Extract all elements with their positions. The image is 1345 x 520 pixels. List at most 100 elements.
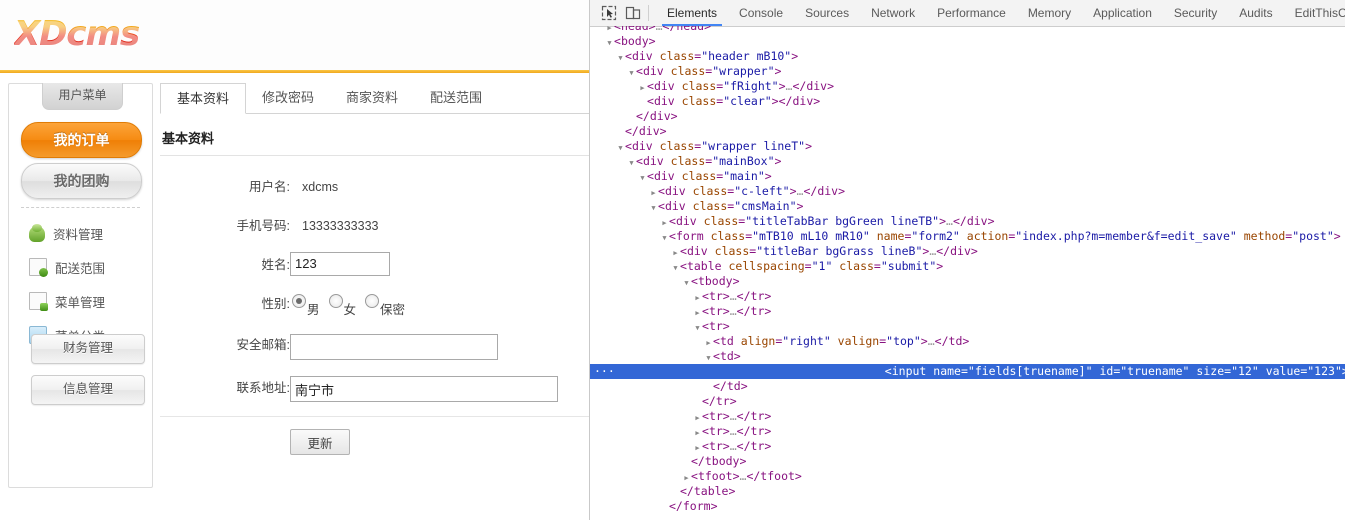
devtools-tabs: Elements Console Sources Network Performance…	[656, 0, 1345, 26]
dom-node[interactable]: <div class="clear"></div>	[590, 94, 1345, 109]
dom-node[interactable]: <div class="header mB10">	[590, 49, 1345, 64]
devtools-tab-memory[interactable]: Memory	[1017, 0, 1082, 26]
dom-node[interactable]: </tbody>	[590, 454, 1345, 469]
gender-label-male: 男	[307, 303, 320, 317]
menu-doc-icon	[29, 292, 48, 311]
form-row-gender: 性别: 男 女 保密	[160, 291, 589, 330]
dom-node[interactable]: </div>	[590, 124, 1345, 139]
devtools-tab-network[interactable]: Network	[860, 0, 926, 26]
sidebar-item-menu-mgmt[interactable]: 菜单管理	[9, 286, 152, 320]
sidebar-item-label: 配送范围	[55, 262, 106, 276]
dom-node[interactable]: <div class="fRight">…</div>	[590, 79, 1345, 94]
dom-node[interactable]: </tr>	[590, 394, 1345, 409]
gender-radio-group: 男 女 保密	[292, 294, 414, 317]
devtools-tab-performance[interactable]: Performance	[926, 0, 1017, 26]
dom-node[interactable]: </div>	[590, 109, 1345, 124]
address-input[interactable]	[290, 376, 558, 402]
device-toolbar-icon[interactable]	[624, 4, 642, 22]
my-group-buy-button[interactable]: 我的团购	[21, 163, 142, 199]
screen: XDcms 用户菜单 我的订单 我的团购 资料管理 配送范围 菜单管理 财务管理…	[0, 0, 1345, 520]
dom-node[interactable]: <div class="c-left">…</div>	[590, 184, 1345, 199]
tab-merchant-info[interactable]: 商家资料	[330, 83, 414, 112]
dom-node[interactable]: <tr>…</tr>	[590, 409, 1345, 424]
phone-label: 手机号码:	[236, 219, 290, 233]
form-row-address: 联系地址:	[160, 374, 589, 412]
phone-value: 13333333333	[302, 219, 379, 233]
dom-node[interactable]: <div class="cmsMain">	[590, 199, 1345, 214]
my-orders-button[interactable]: 我的订单	[21, 122, 142, 158]
dom-node[interactable]: <div class="titleTabBar bgGreen lineTB">…	[590, 214, 1345, 229]
dom-node[interactable]: <head>…</head>	[590, 26, 1345, 34]
content-tabbar: 基本资料 修改密码 商家资料 配送范围	[160, 83, 589, 114]
form-row-username: 用户名: xdcms	[160, 174, 589, 213]
dom-node[interactable]: <tr>	[590, 319, 1345, 334]
devtools-tab-application[interactable]: Application	[1082, 0, 1163, 26]
info-mgmt-button[interactable]: 信息管理	[31, 375, 145, 405]
dom-node[interactable]: <div class="main">	[590, 169, 1345, 184]
tab-change-password[interactable]: 修改密码	[246, 83, 330, 112]
truename-input[interactable]	[290, 252, 390, 276]
devtools-tab-editthiscookie[interactable]: EditThisCookie	[1284, 0, 1345, 26]
username-label: 用户名:	[249, 180, 290, 194]
user-menu-tab[interactable]: 用户菜单	[42, 83, 123, 110]
address-label: 联系地址:	[236, 381, 290, 395]
email-input[interactable]	[290, 334, 498, 360]
inspect-element-icon[interactable]	[600, 4, 618, 22]
finance-mgmt-button[interactable]: 财务管理	[31, 334, 145, 364]
dom-node[interactable]: <tr>…</tr>	[590, 304, 1345, 319]
dom-node[interactable]: <tfoot>…</tfoot>	[590, 469, 1345, 484]
update-button[interactable]: 更新	[290, 429, 350, 455]
user-icon	[29, 224, 45, 242]
dom-node[interactable]: <tr>…</tr>	[590, 439, 1345, 454]
devtools-tab-security[interactable]: Security	[1163, 0, 1228, 26]
dom-node[interactable]: <tbody>	[590, 274, 1345, 289]
site-header: XDcms	[0, 0, 589, 73]
dom-node[interactable]: <table cellspacing="1" class="submit">	[590, 259, 1345, 274]
web-page-pane: XDcms 用户菜单 我的订单 我的团购 资料管理 配送范围 菜单管理 财务管理…	[0, 0, 590, 520]
profile-form: 用户名: xdcms 手机号码: 13333333333 姓名: 性别:	[160, 174, 589, 455]
devtools-pane: Elements Console Sources Network Performance…	[590, 0, 1345, 520]
site-logo: XDcms	[14, 14, 140, 54]
devtools-tab-elements[interactable]: Elements	[656, 0, 728, 26]
devtools-tab-console[interactable]: Console	[728, 0, 794, 26]
dom-node[interactable]: <div class="mainBox">	[590, 154, 1345, 169]
content-panel: 基本资料 修改密码 商家资料 配送范围 基本资料 用户名: xdcms 手机号码…	[160, 83, 589, 520]
gender-radio-male[interactable]	[292, 294, 306, 308]
sidebar-item-delivery-range[interactable]: 配送范围	[9, 252, 152, 286]
dom-node[interactable]: <div class="wrapper lineT">	[590, 139, 1345, 154]
dom-node[interactable]: <div class="titleBar bgGrass lineB">…</d…	[590, 244, 1345, 259]
form-row-phone: 手机号码: 13333333333	[160, 213, 589, 252]
dom-node-selected[interactable]: ··· <input name="fields[truename]" id="tr…	[590, 364, 1345, 379]
sidebar-item-profile-mgmt[interactable]: 资料管理	[9, 218, 152, 252]
devtools-tab-audits[interactable]: Audits	[1228, 0, 1283, 26]
dom-node[interactable]: <tr>…</tr>	[590, 424, 1345, 439]
tab-basic-info[interactable]: 基本资料	[160, 83, 247, 114]
delivery-icon	[29, 258, 48, 277]
dom-node[interactable]: <form class="mTB10 mL10 mR10" name="form…	[590, 229, 1345, 244]
tab-delivery-range[interactable]: 配送范围	[414, 83, 498, 112]
gender-radio-female[interactable]	[328, 294, 343, 308]
gender-label-secret: 保密	[380, 303, 406, 317]
dom-tree[interactable]: <head>…</head><body><div class="header m…	[590, 26, 1345, 520]
dom-node[interactable]: </td>	[590, 379, 1345, 394]
devtools-toolbar: Elements Console Sources Network Performance…	[590, 0, 1345, 27]
section-title: 基本资料	[160, 126, 589, 156]
dom-node[interactable]: <tr>…</tr>	[590, 289, 1345, 304]
dom-ellipsis-icon: ···	[594, 364, 615, 378]
dom-node[interactable]: <td align="right" valign="top">…</td>	[590, 334, 1345, 349]
devtools-tab-sources[interactable]: Sources	[794, 0, 860, 26]
dom-node[interactable]: </form>	[590, 499, 1345, 514]
form-divider	[160, 416, 589, 417]
toolbar-divider	[648, 5, 649, 21]
form-row-email: 安全邮箱:	[160, 330, 589, 374]
form-row-truename: 姓名:	[160, 252, 589, 291]
sidebar-item-label: 资料管理	[53, 228, 104, 242]
email-label: 安全邮箱:	[236, 338, 290, 352]
dom-node[interactable]: <td>	[590, 349, 1345, 364]
gender-radio-secret[interactable]	[365, 294, 380, 308]
menu-divider	[21, 207, 140, 208]
dom-node[interactable]: </table>	[590, 484, 1345, 499]
dom-node[interactable]: <body>	[590, 34, 1345, 49]
truename-label: 姓名:	[261, 258, 290, 272]
dom-node[interactable]: <div class="wrapper">	[590, 64, 1345, 79]
